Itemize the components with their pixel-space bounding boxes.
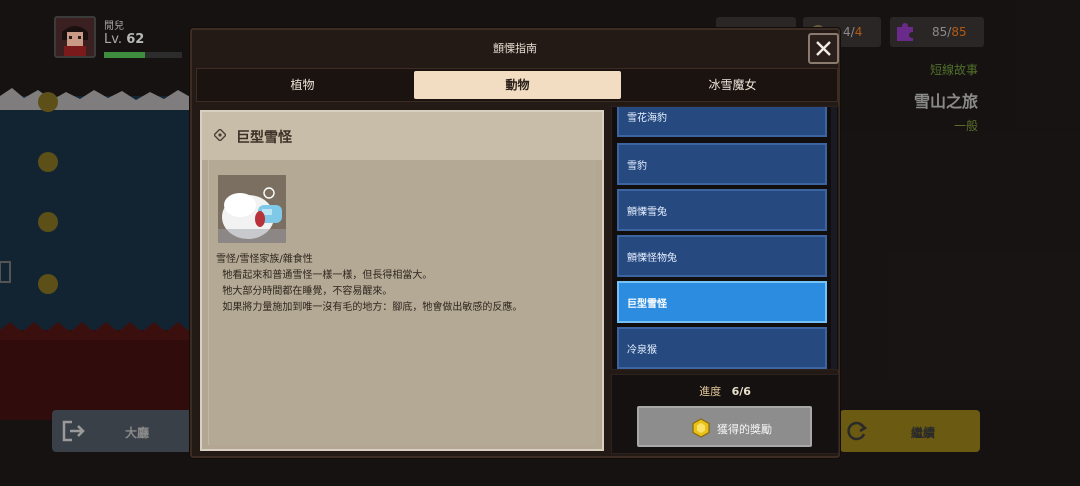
progress-value: 6/6 [731, 385, 751, 398]
counter-b-max: 85 [951, 25, 967, 39]
lobby-button-label: 大廳 [125, 426, 150, 440]
level-value: 62 [126, 32, 145, 47]
list-item-label: 冷泉猴 [627, 345, 657, 356]
refresh-icon [847, 421, 868, 441]
counter-b: 85/85 [932, 25, 967, 39]
player-avatar[interactable] [54, 16, 96, 58]
exit-icon [62, 420, 85, 442]
counter-a-current: 4 [843, 25, 851, 39]
list-item-label: 雪豹 [627, 161, 647, 172]
avatar-portrait-icon [56, 18, 94, 56]
stage-difficulty: 一般 [953, 119, 978, 133]
dialog-title: 顫慄指南 [493, 42, 537, 55]
detail-header: 巨型雪怪 [202, 112, 602, 160]
rewards-button[interactable]: 獲得的獎勵 [637, 406, 812, 447]
list-item[interactable]: 雪花海豹 [617, 107, 827, 137]
list-scrollbar[interactable] [831, 107, 837, 369]
counter-a: 4/4 [843, 25, 862, 39]
creature-list[interactable]: 雪花海豹 雪豹 顫慄雪兔 顫慄怪物兔 巨型雪怪 冷泉猴 [611, 106, 839, 370]
list-item[interactable]: 顫慄雪兔 [617, 189, 827, 231]
stage-title: 雪山之旅 [913, 92, 978, 111]
level-prefix: Lv. [104, 32, 123, 47]
list-item-selected[interactable]: 巨型雪怪 [617, 281, 827, 323]
creature-detail-panel: 巨型雪怪 雪怪/雪怪家族/雜食性 牠看起來和普通雪怪一樣一樣，但長得相當大。 牠… [200, 110, 604, 451]
list-item[interactable]: 顫慄怪物兔 [617, 235, 827, 277]
list-item[interactable]: 雪豹 [617, 143, 827, 185]
tab-plants[interactable]: 植物 [199, 71, 406, 99]
creature-description: 雪怪/雪怪家族/雜食性 牠看起來和普通雪怪一樣一樣，但長得相當大。 牠大部分時間… [216, 254, 523, 313]
gold-cube-icon [692, 418, 710, 438]
guide-dialog: 顫慄指南 植物 動物 冰雪魔女 巨型雪怪 雪怪/雪怪家族/雜食性 牠看起來和普通… [190, 28, 840, 458]
progress-label: 進度 [699, 385, 722, 398]
creature-portrait [218, 175, 286, 243]
yeti-icon [218, 175, 286, 243]
counter-a-max: 4 [854, 25, 863, 39]
diamond-icon [214, 129, 226, 141]
player-level: Lv. 62 [104, 32, 144, 47]
continue-button-label: 繼續 [911, 426, 936, 440]
continue-button[interactable] [840, 410, 980, 452]
list-item-label: 雪花海豹 [627, 113, 667, 124]
list-item[interactable]: 冷泉猴 [617, 327, 827, 369]
rewards-button-label: 獲得的獎勵 [717, 423, 772, 436]
player-name: 閒兒 [104, 21, 124, 32]
xp-bar-fill [104, 52, 145, 58]
tab-animals[interactable]: 動物 [414, 71, 621, 99]
close-button[interactable] [808, 33, 839, 64]
list-item-label: 巨型雪怪 [627, 299, 667, 310]
tab-ice-witch[interactable]: 冰雪魔女 [629, 71, 836, 99]
xp-bar [104, 52, 182, 58]
list-item-label: 顫慄雪兔 [627, 207, 667, 218]
counter-b-current: 85 [932, 25, 948, 39]
lobby-button[interactable] [52, 410, 192, 452]
stage-caption: 短線故事 [929, 63, 978, 77]
close-icon [816, 41, 831, 56]
progress-line: 進度 6/6 [612, 383, 838, 399]
puzzle-piece-icon [897, 23, 913, 41]
creature-name: 巨型雪怪 [236, 130, 292, 146]
category-tabs: 植物 動物 冰雪魔女 [196, 68, 838, 102]
list-item-label: 顫慄怪物兔 [627, 253, 677, 264]
progress-panel: 進度 6/6 獲得的獎勵 [611, 374, 839, 454]
